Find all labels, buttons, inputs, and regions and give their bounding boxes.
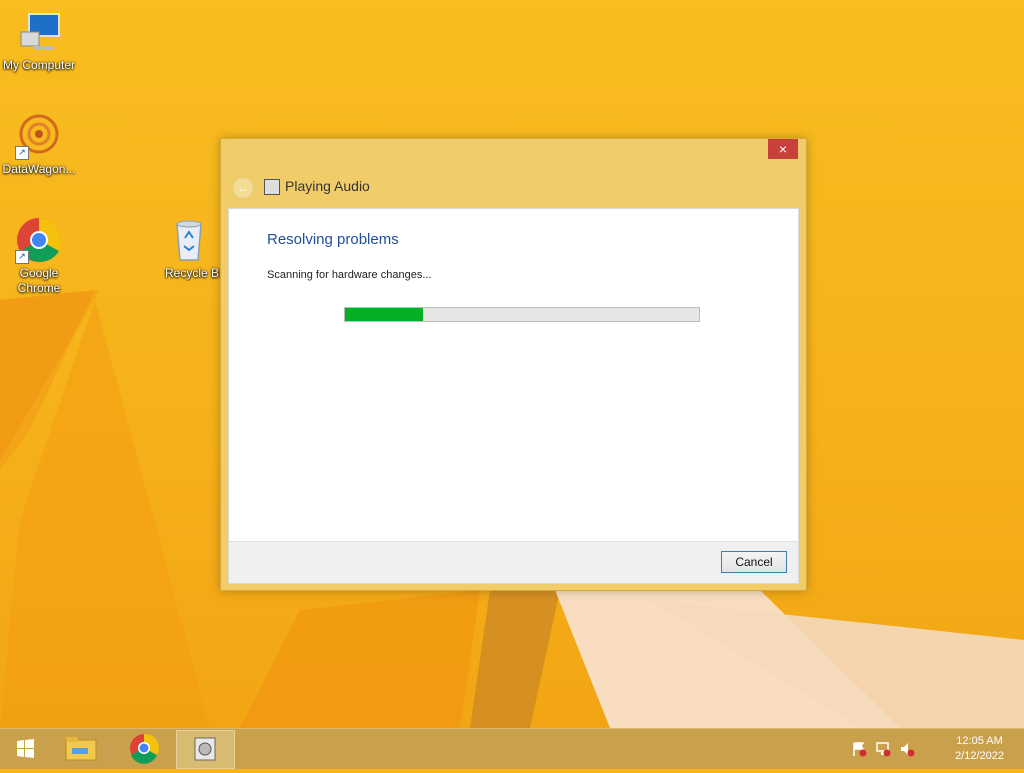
desktop-icon-label: DataWagon...	[2, 162, 76, 176]
desktop-icon-my-computer[interactable]: My Computer	[0, 8, 78, 73]
shortcut-arrow-icon: ↗	[15, 250, 29, 264]
taskbar-playing-audio[interactable]	[176, 730, 235, 769]
chrome-icon: ↗	[15, 216, 63, 264]
playing-audio-icon	[264, 179, 280, 195]
back-arrow-icon[interactable]: ←	[233, 178, 253, 198]
desktop-icon-datawagon[interactable]: ↗ DataWagon...	[0, 112, 78, 177]
desktop-icon-label: My Computer	[2, 58, 76, 72]
desktop-icon-label: Recycle Bi	[165, 266, 222, 280]
taskbar-file-explorer[interactable]	[62, 730, 102, 767]
cancel-button[interactable]: Cancel	[721, 551, 787, 573]
close-button[interactable]: ×	[768, 139, 798, 159]
dialog-footer: Cancel	[229, 541, 798, 583]
taskbar: 12:05 AM 2/12/2022	[0, 728, 1024, 769]
desktop-icon-recycle-bin[interactable]: Recycle Bi	[156, 216, 222, 281]
clock[interactable]: 12:05 AM 2/12/2022	[955, 734, 1004, 764]
start-icon	[17, 739, 34, 758]
shortcut-arrow-icon: ↗	[15, 146, 29, 160]
status-text: Scanning for hardware changes...	[267, 269, 432, 281]
clock-date: 2/12/2022	[955, 750, 1004, 762]
recycle-bin-icon	[165, 216, 213, 264]
progress-bar-fill	[345, 308, 423, 321]
progress-bar	[344, 307, 700, 322]
system-tray: 12:05 AM 2/12/2022	[849, 729, 1024, 769]
datawagon-icon: ↗	[15, 112, 63, 160]
clock-time: 12:05 AM	[956, 735, 1003, 747]
desktop-icon-google-chrome[interactable]: ↗ Google Chrome	[0, 216, 78, 296]
dialog-title: Playing Audio	[285, 178, 370, 194]
file-explorer-icon	[65, 737, 97, 761]
computer-icon	[15, 8, 63, 56]
taskbar-chrome[interactable]	[124, 730, 164, 767]
volume-muted-icon[interactable]	[899, 741, 915, 757]
start-button[interactable]	[6, 730, 42, 767]
network-icon[interactable]	[875, 741, 891, 757]
playing-audio-dialog: × ← Playing Audio Resolving problems Sca…	[220, 138, 807, 591]
chrome-icon	[130, 733, 159, 764]
dialog-content: Resolving problems Scanning for hardware…	[228, 208, 799, 584]
playing-audio-icon	[194, 737, 216, 761]
desktop-icon-label: Google Chrome	[17, 266, 61, 295]
page-heading: Resolving problems	[267, 231, 399, 248]
action-center-flag-icon[interactable]	[851, 741, 867, 757]
